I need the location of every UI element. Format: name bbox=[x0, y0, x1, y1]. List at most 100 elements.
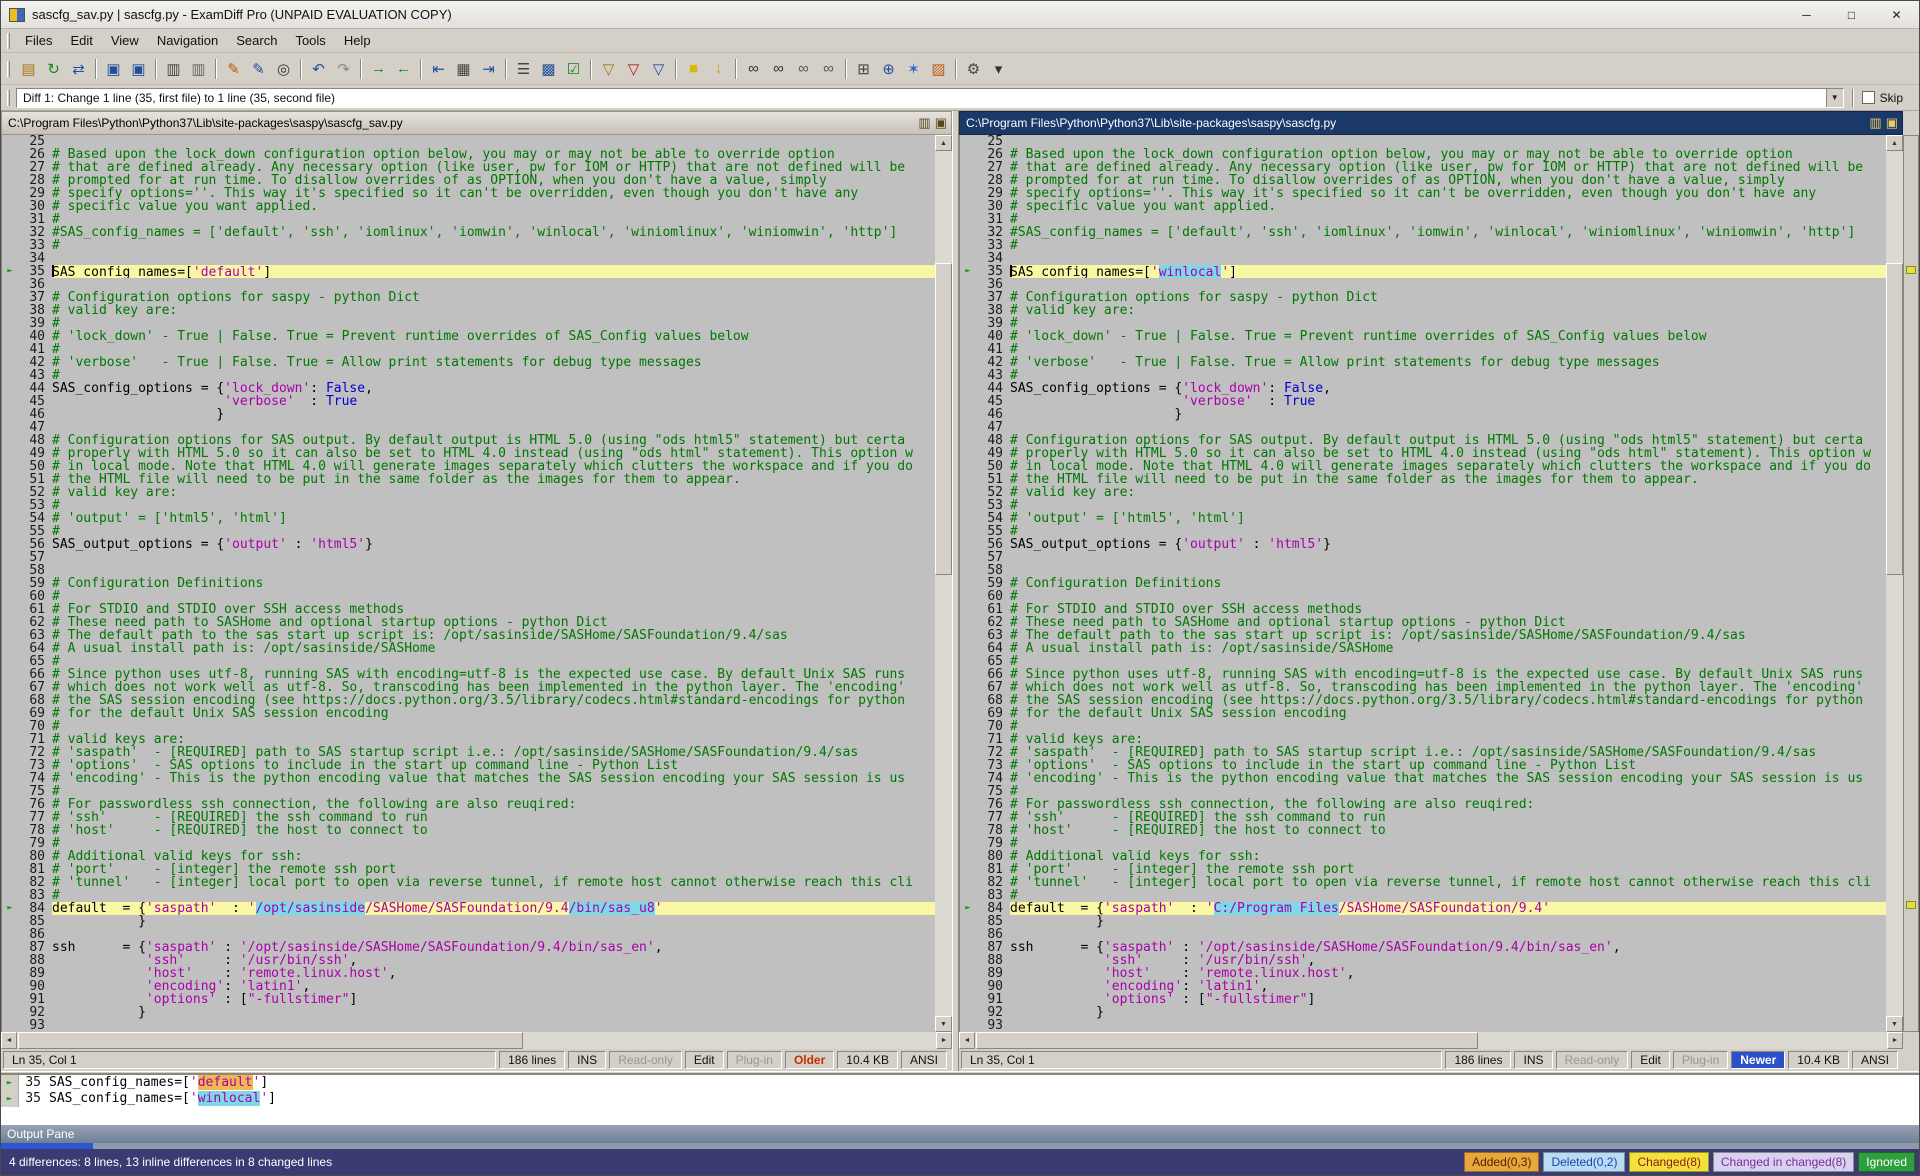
code-line[interactable]: 51# the HTML file will need to be put in… bbox=[2, 473, 935, 486]
code-line[interactable]: 82# 'tunnel' - [integer] local port to o… bbox=[2, 876, 935, 889]
code-line[interactable]: 27# that are defined already. Any necess… bbox=[960, 161, 1886, 174]
redo-icon[interactable]: ↷ bbox=[332, 57, 355, 80]
code-line[interactable]: 77# 'ssh' - [REQUIRED] the ssh command t… bbox=[960, 811, 1886, 824]
code-line[interactable]: 61# For STDIO and STDIO over SSH access … bbox=[2, 603, 935, 616]
code-line[interactable]: 70# bbox=[2, 720, 935, 733]
code-line[interactable]: 83# bbox=[960, 889, 1886, 902]
code-line[interactable]: 46 } bbox=[2, 408, 935, 421]
code-line[interactable]: 68# the SAS session encoding (see https:… bbox=[960, 694, 1886, 707]
diff-line-row[interactable]: ►35SAS_config_names=['default'] bbox=[1, 1075, 1919, 1091]
code-line[interactable]: 79# bbox=[2, 837, 935, 850]
menu-view[interactable]: View bbox=[102, 30, 148, 51]
code-line[interactable]: 75# bbox=[960, 785, 1886, 798]
left-print-pane-icon[interactable]: ▥ bbox=[918, 115, 930, 131]
code-line[interactable]: 76# For passwordless ssh connection, the… bbox=[2, 798, 935, 811]
scroll-right-icon[interactable]: ► bbox=[936, 1032, 952, 1049]
code-line[interactable]: 64# A usual install path is: /opt/sasins… bbox=[960, 642, 1886, 655]
code-line[interactable]: 80# Additional valid keys for ssh: bbox=[2, 850, 935, 863]
right-horizontal-scrollbar[interactable]: ◄ ► bbox=[959, 1032, 1903, 1049]
menu-files[interactable]: Files bbox=[16, 30, 61, 51]
code-line[interactable]: 57 bbox=[2, 551, 935, 564]
right-vscroll-thumb[interactable] bbox=[1886, 263, 1903, 574]
code-line[interactable]: 55# bbox=[2, 525, 935, 538]
minimize-button[interactable]: ─ bbox=[1784, 1, 1829, 28]
find-first-icon[interactable]: ∞ bbox=[742, 57, 765, 80]
code-line[interactable]: 78# 'host' - [REQUIRED] the host to conn… bbox=[2, 824, 935, 837]
code-line[interactable]: 79# bbox=[960, 837, 1886, 850]
code-line[interactable]: 72# 'saspath' - [REQUIRED] path to SAS s… bbox=[960, 746, 1886, 759]
code-line[interactable]: 33# bbox=[960, 239, 1886, 252]
menu-tools[interactable]: Tools bbox=[286, 30, 334, 51]
code-line[interactable]: 53# bbox=[960, 499, 1886, 512]
find-next-icon[interactable]: ∞ bbox=[792, 57, 815, 80]
code-line[interactable]: 52# valid key are: bbox=[2, 486, 935, 499]
code-line[interactable]: 25 bbox=[960, 135, 1886, 148]
code-line[interactable]: 36 bbox=[960, 278, 1886, 291]
code-line[interactable]: 86 bbox=[2, 928, 935, 941]
code-line[interactable]: 53# bbox=[2, 499, 935, 512]
ignore-options-icon[interactable]: ☑ bbox=[562, 57, 585, 80]
menu-edit[interactable]: Edit bbox=[61, 30, 101, 51]
left-code-area[interactable]: 2526# Based upon the lock_down configura… bbox=[2, 135, 935, 1032]
code-line[interactable]: ►35SAS_config_names=['winlocal'] bbox=[960, 265, 1886, 278]
skip-checkbox[interactable] bbox=[1862, 91, 1875, 104]
code-line[interactable]: 37# Configuration options for saspy - py… bbox=[2, 291, 935, 304]
edit-second-icon[interactable]: ✎ bbox=[247, 57, 270, 80]
left-hscroll-track[interactable] bbox=[17, 1032, 936, 1049]
code-line[interactable]: 87ssh = {'saspath' : '/opt/sasinside/SAS… bbox=[2, 941, 935, 954]
left-pane-header[interactable]: C:\Program Files\Python\Python37\Lib\sit… bbox=[1, 111, 952, 135]
code-line[interactable]: 44SAS_config_options = {'lock_down': Fal… bbox=[2, 382, 935, 395]
code-line[interactable]: 45 'verbose' : True bbox=[960, 395, 1886, 408]
scroll-down-icon[interactable]: ▼ bbox=[1886, 1016, 1903, 1032]
code-line[interactable]: 47 bbox=[2, 421, 935, 434]
code-line[interactable]: 45 'verbose' : True bbox=[2, 395, 935, 408]
code-line[interactable]: 37# Configuration options for saspy - py… bbox=[960, 291, 1886, 304]
code-line[interactable]: 91 'options' : ["-fullstimer"] bbox=[2, 993, 935, 1006]
save-second-icon[interactable]: ▣ bbox=[127, 57, 150, 80]
highlight-inline-icon[interactable]: ■ bbox=[682, 57, 705, 80]
right-hscroll-track[interactable] bbox=[975, 1032, 1887, 1049]
code-line[interactable]: 29# specify options=''. This way it's sp… bbox=[2, 187, 935, 200]
code-line[interactable]: 85 } bbox=[960, 915, 1886, 928]
code-line[interactable]: 88 'ssh' : '/usr/bin/ssh', bbox=[2, 954, 935, 967]
code-line[interactable]: 70# bbox=[960, 720, 1886, 733]
code-line[interactable]: 91 'options' : ["-fullstimer"] bbox=[960, 993, 1886, 1006]
code-line[interactable]: 62# These need path to SASHome and optio… bbox=[2, 616, 935, 629]
code-line[interactable]: 57 bbox=[960, 551, 1886, 564]
goto-line-icon[interactable]: ↓ bbox=[707, 57, 730, 80]
save-first-icon[interactable]: ▣ bbox=[102, 57, 125, 80]
code-line[interactable]: 73# 'options' - SAS options to include i… bbox=[2, 759, 935, 772]
left-vscroll-track[interactable] bbox=[935, 151, 952, 1016]
skip-checkbox-group[interactable]: Skip bbox=[1862, 91, 1913, 105]
details-icon[interactable]: ⊞ bbox=[852, 57, 875, 80]
code-line[interactable]: 33# bbox=[2, 239, 935, 252]
code-line[interactable]: 43# bbox=[2, 369, 935, 382]
code-line[interactable]: 90 'encoding': 'latin1', bbox=[2, 980, 935, 993]
code-line[interactable]: 71# valid keys are: bbox=[2, 733, 935, 746]
code-line[interactable]: 56SAS_output_options = {'output' : 'html… bbox=[960, 538, 1886, 551]
code-line[interactable]: 42# 'verbose' - True | False. True = All… bbox=[2, 356, 935, 369]
code-line[interactable]: 65# bbox=[2, 655, 935, 668]
filter-icon[interactable]: ▽ bbox=[597, 57, 620, 80]
code-line[interactable]: 32#SAS_config_names = ['default', 'ssh',… bbox=[960, 226, 1886, 239]
filter-lines-icon[interactable]: ▽ bbox=[622, 57, 645, 80]
code-line[interactable]: 49# properly with HTML 5.0 so it can als… bbox=[960, 447, 1886, 460]
left-horizontal-scrollbar[interactable]: ◄ ► bbox=[1, 1032, 952, 1049]
maximize-button[interactable]: □ bbox=[1829, 1, 1874, 28]
code-line[interactable]: 52# valid key are: bbox=[960, 486, 1886, 499]
code-line[interactable]: 46 } bbox=[960, 408, 1886, 421]
code-line[interactable]: 69# for the default Unix SAS session enc… bbox=[960, 707, 1886, 720]
merge-icon[interactable]: ⊕ bbox=[877, 57, 900, 80]
code-line[interactable]: 27# that are defined already. Any necess… bbox=[2, 161, 935, 174]
code-line[interactable]: 67# which does not work well as utf-8. S… bbox=[2, 681, 935, 694]
scroll-left-icon[interactable]: ◄ bbox=[1, 1032, 17, 1049]
code-line[interactable]: 68# the SAS session encoding (see https:… bbox=[2, 694, 935, 707]
scroll-down-icon[interactable]: ▼ bbox=[935, 1016, 952, 1032]
print-icon[interactable]: ▥ bbox=[162, 57, 185, 80]
menu-help[interactable]: Help bbox=[335, 30, 380, 51]
code-line[interactable]: 41# bbox=[2, 343, 935, 356]
code-line[interactable]: 59# Configuration Definitions bbox=[960, 577, 1886, 590]
code-line[interactable]: 75# bbox=[2, 785, 935, 798]
code-line[interactable]: 30# specific value you want applied. bbox=[960, 200, 1886, 213]
prev-diff-icon[interactable]: ← bbox=[392, 57, 415, 80]
